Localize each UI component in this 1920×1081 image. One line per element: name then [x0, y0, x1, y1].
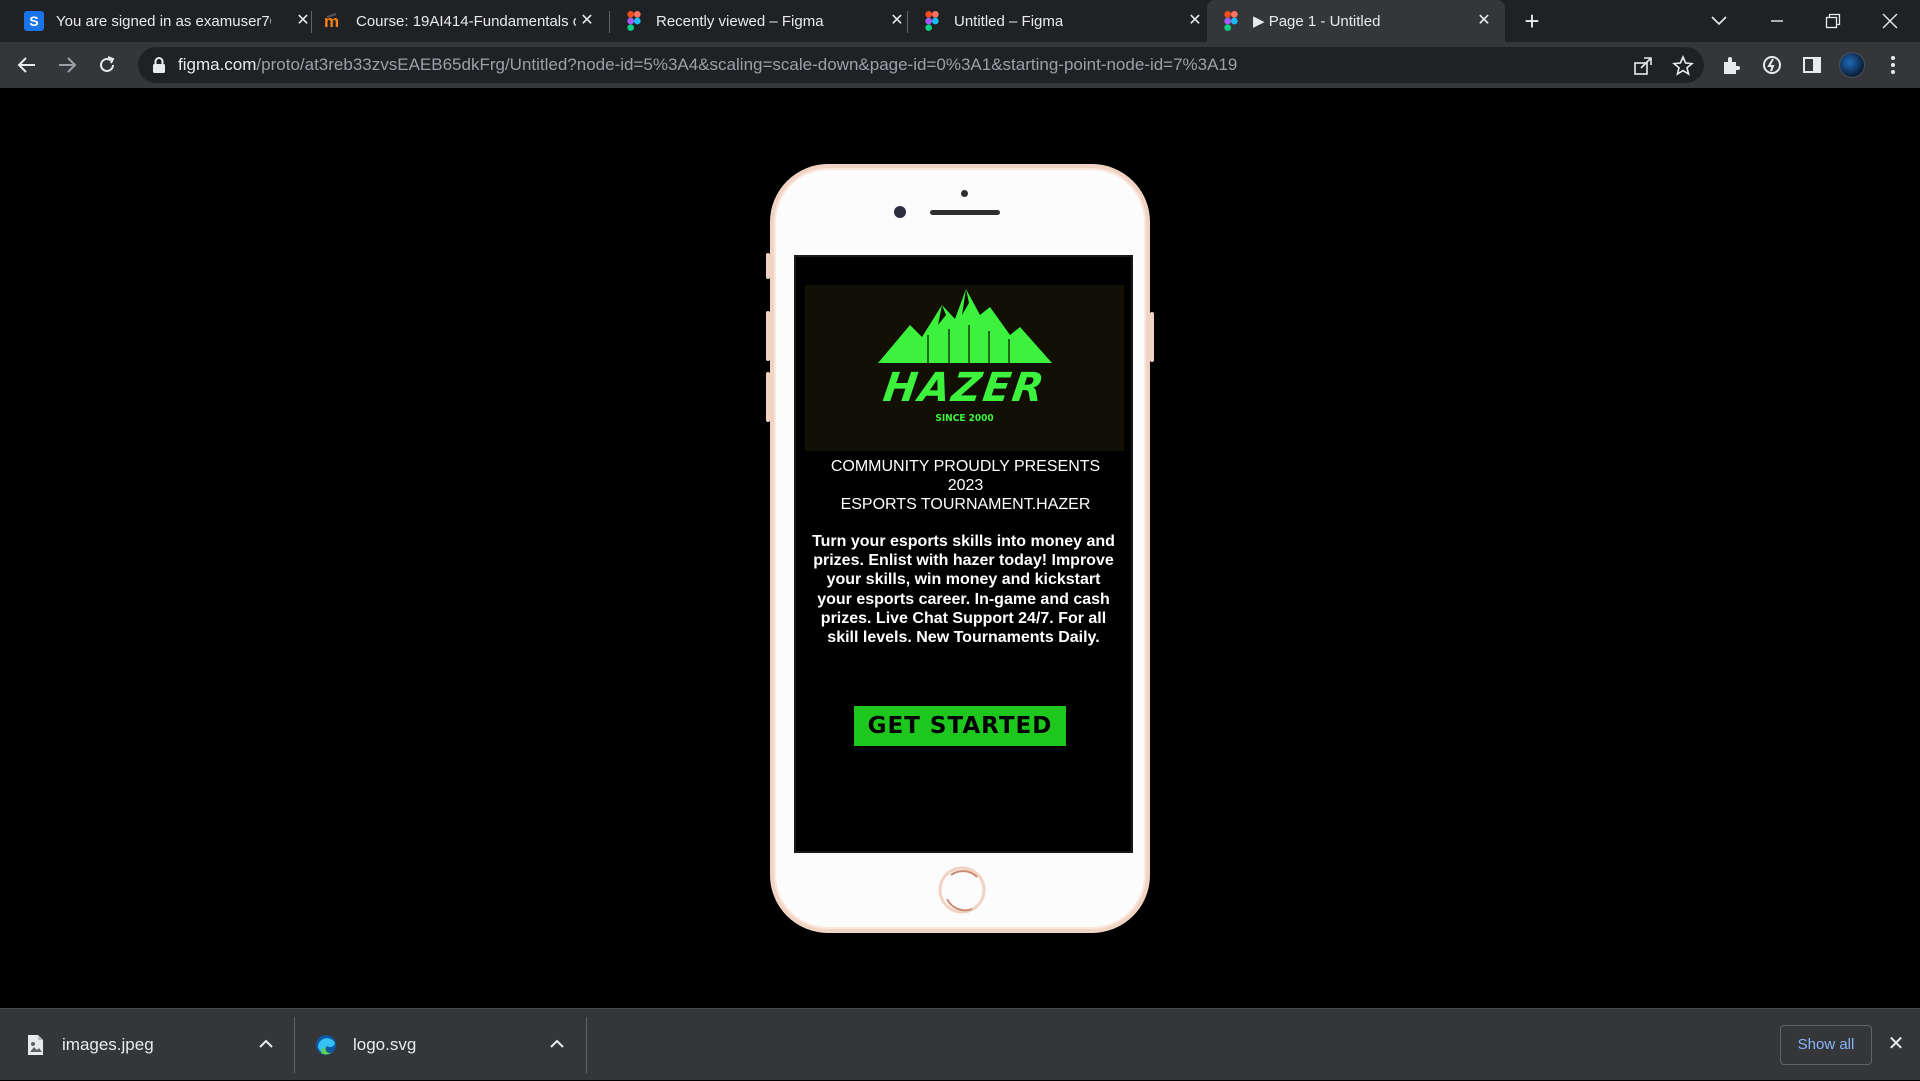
s-app-icon: S: [24, 11, 44, 31]
phone-volume-up: [766, 311, 770, 361]
phone-screen: HAZER SINCE 2000 COMMUNITY PROUDLY PRESE…: [794, 255, 1133, 853]
extensions-icon[interactable]: [1719, 53, 1743, 77]
close-window-icon[interactable]: [1876, 8, 1904, 34]
phone-volume-down: [766, 372, 770, 422]
restore-icon[interactable]: [1819, 8, 1847, 34]
phone-frame: HAZER SINCE 2000 COMMUNITY PROUDLY PRESE…: [770, 164, 1150, 933]
logo-wordmark: HAZER: [880, 365, 1049, 411]
tab-title: Course: 19AI414-Fundamentals o: [356, 12, 576, 30]
chevron-up-icon[interactable]: [547, 1034, 567, 1054]
performance-icon[interactable]: [1760, 53, 1784, 77]
edge-icon: [316, 1035, 336, 1055]
description-text: Turn your esports skills into money and …: [812, 533, 1115, 647]
tab-recently-viewed[interactable]: Recently viewed – Figma ✕: [610, 0, 908, 42]
phone-sensor: [961, 190, 968, 197]
svg-text:S: S: [29, 13, 38, 29]
phone-power-button: [1150, 312, 1154, 362]
presents-line: COMMUNITY PROUDLY PRESENTS: [830, 458, 1101, 475]
hazer-logo: HAZER SINCE 2000: [805, 285, 1124, 451]
tab-title: ▶ Page 1 - Untitled: [1253, 13, 1381, 30]
close-icon[interactable]: ✕: [294, 12, 312, 30]
figma-icon: [922, 11, 942, 31]
image-file-icon: [28, 1035, 43, 1055]
download-item-images[interactable]: images.jpeg: [24, 1009, 154, 1081]
figma-icon: [624, 11, 644, 31]
figma-icon: [1221, 11, 1241, 31]
tab-strip: S You are signed in as examuser70 ✕ m Co…: [0, 0, 1920, 42]
close-icon[interactable]: ✕: [888, 12, 906, 30]
url-text: figma.com/proto/at3reb33zvsEAEB65dkFrg/U…: [178, 47, 1237, 83]
download-filename: logo.svg: [353, 1035, 417, 1054]
browser-toolbar: figma.com/proto/at3reb33zvsEAEB65dkFrg/U…: [0, 42, 1920, 88]
download-divider: [586, 1017, 587, 1073]
profile-avatar[interactable]: [1839, 52, 1865, 78]
presents-line: 2023: [947, 477, 984, 494]
logo-tagline: SINCE 2000: [935, 413, 994, 424]
new-tab-button[interactable]: +: [1519, 8, 1545, 35]
reload-button[interactable]: [93, 51, 121, 79]
moodle-icon: m: [324, 11, 344, 31]
presents-line: ESPORTS TOURNAMENT.HAZER: [840, 496, 1091, 513]
share-icon[interactable]: [1632, 55, 1654, 77]
download-filename: images.jpeg: [62, 1035, 154, 1054]
phone-front-camera: [894, 206, 906, 218]
tab-title: Untitled – Figma: [954, 12, 1064, 30]
close-icon[interactable]: ✕: [1186, 12, 1204, 30]
url-host: figma.com: [178, 55, 257, 74]
address-bar[interactable]: figma.com/proto/at3reb33zvsEAEB65dkFrg/U…: [138, 47, 1704, 83]
tab-signed-in[interactable]: S You are signed in as examuser70 ✕: [12, 0, 312, 42]
bookmark-star-icon[interactable]: [1672, 55, 1694, 77]
close-icon[interactable]: ✕: [1475, 12, 1493, 30]
phone-mute-switch: [766, 253, 770, 279]
mountain-trees-icon: [878, 289, 1052, 363]
lock-icon[interactable]: [152, 57, 166, 73]
show-all-button[interactable]: Show all: [1780, 1025, 1872, 1065]
get-started-button[interactable]: GET STARTED: [854, 706, 1066, 746]
menu-kebab-icon[interactable]: [1881, 53, 1905, 77]
phone-speaker: [930, 210, 1000, 215]
side-panel-icon[interactable]: [1800, 53, 1824, 77]
download-item-logo[interactable]: logo.svg: [315, 1009, 416, 1081]
minimize-icon[interactable]: [1763, 8, 1791, 34]
download-bar: images.jpeg logo.svg Show all ✕: [0, 1008, 1920, 1080]
close-download-bar-icon[interactable]: ✕: [1885, 1033, 1907, 1055]
tab-title: You are signed in as examuser70: [56, 12, 271, 30]
tab-search-icon[interactable]: [1705, 8, 1733, 34]
forward-button[interactable]: [53, 51, 81, 79]
tab-course[interactable]: m Course: 19AI414-Fundamentals o ✕: [312, 0, 610, 42]
home-button[interactable]: [937, 865, 987, 915]
tab-untitled-figma[interactable]: Untitled – Figma ✕: [908, 0, 1206, 42]
chevron-up-icon[interactable]: [256, 1034, 276, 1054]
close-icon[interactable]: ✕: [578, 12, 596, 30]
download-divider: [294, 1017, 295, 1073]
back-button[interactable]: [13, 51, 41, 79]
url-path: /proto/at3reb33zvsEAEB65dkFrg/Untitled?n…: [256, 55, 1238, 74]
prototype-viewport: HAZER SINCE 2000 COMMUNITY PROUDLY PRESE…: [0, 88, 1920, 1008]
tab-page-1-untitled[interactable]: ▶ Page 1 - Untitled ✕: [1207, 0, 1505, 42]
tab-title: Recently viewed – Figma: [656, 12, 824, 30]
presents-heading: COMMUNITY PROUDLY PRESENTS 2023 ESPORTS …: [796, 457, 1131, 514]
